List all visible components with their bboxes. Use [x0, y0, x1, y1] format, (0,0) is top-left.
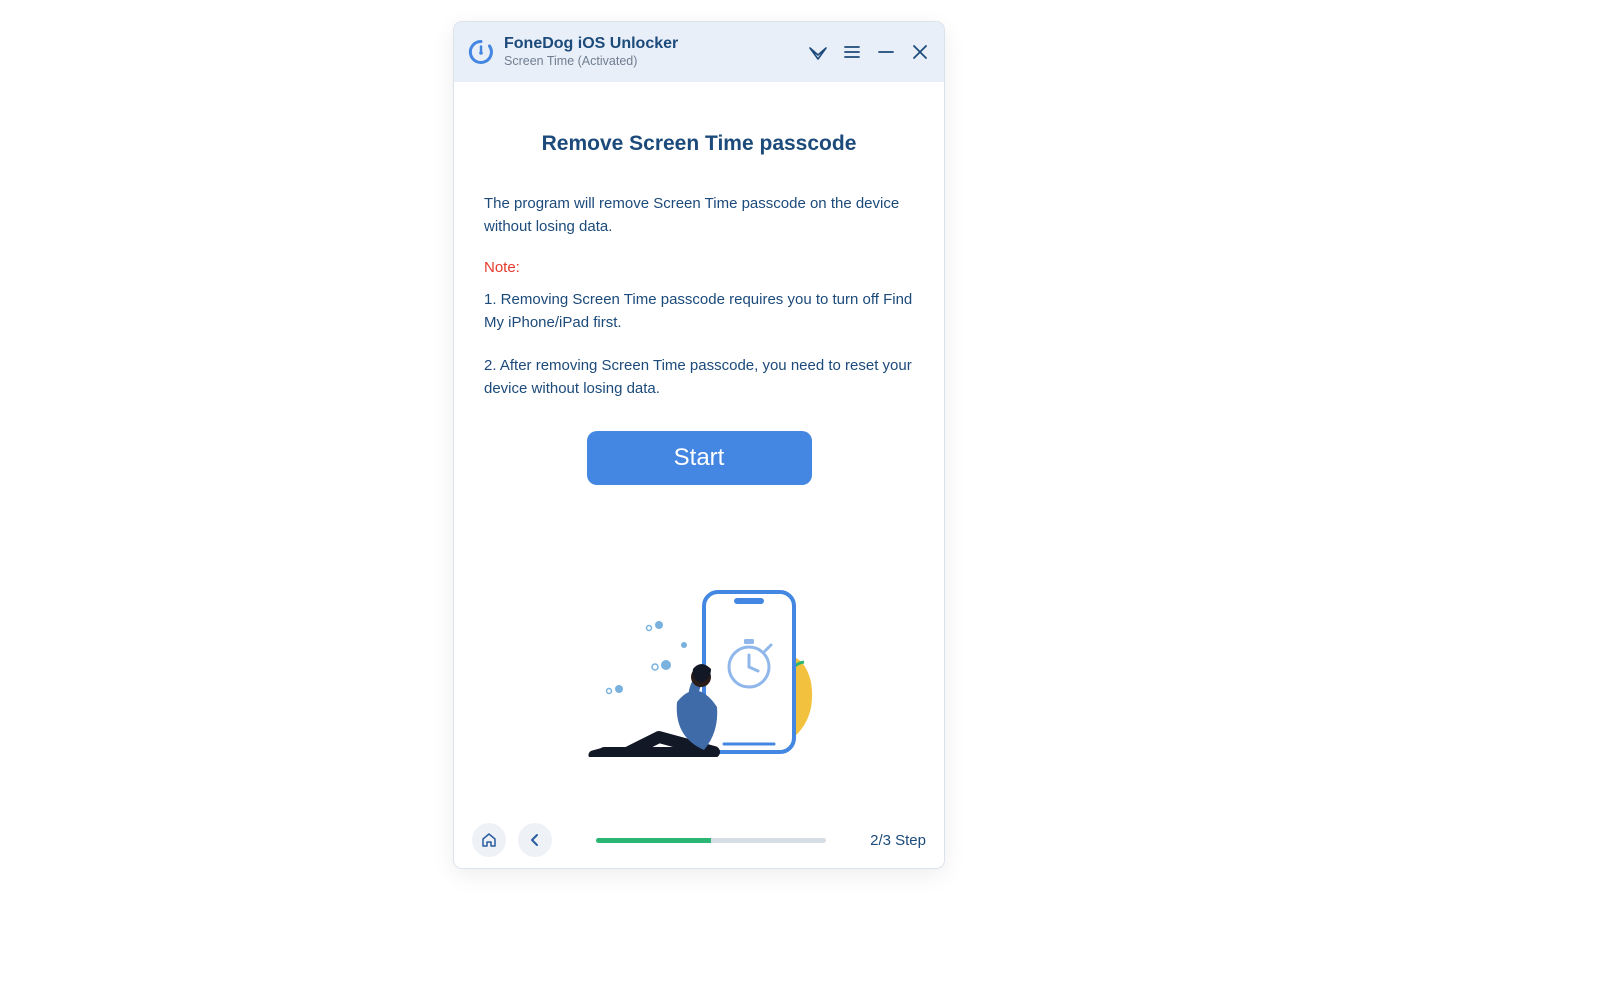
page-title: Remove Screen Time passcode [484, 132, 914, 156]
app-title: FoneDog iOS Unlocker [504, 34, 678, 54]
menu-icon[interactable] [842, 42, 862, 62]
app-logo-icon [468, 39, 494, 65]
progress-bar [564, 838, 858, 843]
home-icon [480, 831, 498, 849]
app-subtitle: Screen Time (Activated) [504, 54, 678, 70]
back-button[interactable] [518, 823, 552, 857]
bubbles-decoration [607, 621, 688, 694]
main-content: Remove Screen Time passcode The program … [454, 82, 944, 812]
note-label: Note: [484, 259, 914, 276]
chevron-left-icon [526, 831, 544, 849]
note-2-text: 2. After removing Screen Time passcode, … [484, 354, 914, 401]
title-bar: FoneDog iOS Unlocker Screen Time (Activa… [454, 22, 944, 82]
step-label: 2/3 Step [870, 832, 926, 849]
description-text: The program will remove Screen Time pass… [484, 192, 914, 239]
illustration [484, 557, 914, 757]
title-controls [808, 42, 930, 62]
minimize-icon[interactable] [876, 42, 896, 62]
title-text: FoneDog iOS Unlocker Screen Time (Activa… [504, 34, 678, 70]
feedback-icon[interactable] [808, 42, 828, 62]
phone-icon [704, 592, 794, 752]
home-button[interactable] [472, 823, 506, 857]
close-icon[interactable] [910, 42, 930, 62]
note-1-text: 1. Removing Screen Time passcode require… [484, 288, 914, 335]
progress-fill [596, 838, 711, 843]
footer-bar: 2/3 Step [454, 812, 944, 868]
start-button[interactable]: Start [587, 431, 812, 485]
app-window: FoneDog iOS Unlocker Screen Time (Activa… [454, 22, 944, 868]
person-illustration [593, 664, 717, 757]
